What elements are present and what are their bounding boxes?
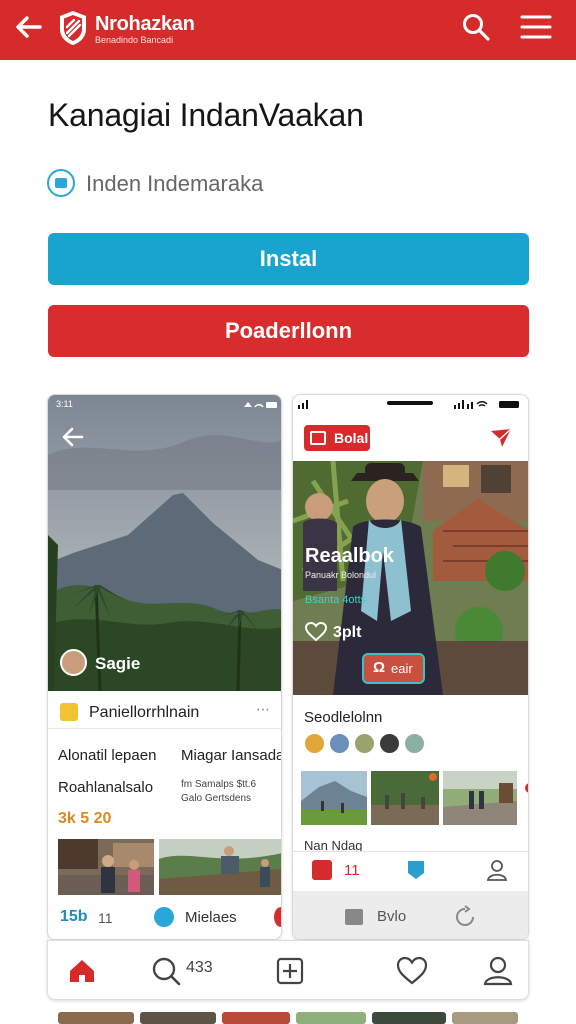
status-icons <box>454 400 519 409</box>
signal-icon <box>298 400 308 409</box>
gallery-thumbnail-2[interactable] <box>371 771 439 825</box>
notification-dot <box>274 907 281 927</box>
street-photo-thumbnail[interactable] <box>58 839 154 895</box>
secondary-button[interactable]: Poaderllonn <box>48 305 529 357</box>
column-one-heading: Alonatil lepaen <box>58 747 157 764</box>
status-icons <box>244 402 277 408</box>
app-title: Kanagiai IndanVaakan <box>48 97 364 133</box>
heart-icon[interactable] <box>305 622 327 642</box>
refresh-icon[interactable] <box>453 905 477 929</box>
thumbnail[interactable] <box>58 1012 134 1024</box>
column-two-detail-b: Galo Gertsdens <box>181 793 252 804</box>
map-pin-icon[interactable] <box>406 859 426 881</box>
screenshot-left[interactable]: 3:11 Sagie Paniellorrhlnain ⋯ Alonatil l… <box>47 394 282 940</box>
status-time: 3:11 <box>56 399 73 409</box>
bottom-navigation: 433 <box>47 940 529 1000</box>
install-button[interactable]: Instal <box>48 233 529 285</box>
messages-icon[interactable] <box>154 907 174 927</box>
avatar <box>328 732 351 755</box>
footer-count: 15b <box>60 908 88 925</box>
footer-count-secondary: 11 <box>98 910 113 926</box>
avatar-group[interactable] <box>303 732 433 756</box>
gallery-thumbnail-3[interactable] <box>443 771 517 825</box>
card-title: Paniellorrhlnain <box>89 704 200 721</box>
home-icon[interactable] <box>312 860 332 880</box>
brand-subtitle: Benadindo Bancadi <box>95 35 174 45</box>
cta-icon: Ω <box>373 659 386 676</box>
add-icon[interactable] <box>270 951 310 991</box>
overlay-title: Reaalbok <box>305 545 394 567</box>
column-two-detail-a: fm Samalps $tt.6 <box>181 779 257 790</box>
avatar <box>353 732 376 755</box>
thumbnail[interactable] <box>140 1012 216 1024</box>
heart-icon[interactable] <box>392 951 432 991</box>
tab-label[interactable]: Bvlo <box>377 908 406 925</box>
home-icon[interactable] <box>62 951 102 991</box>
developer-icon <box>47 169 75 197</box>
more-icon[interactable]: ⋯ <box>256 701 270 718</box>
developer-name[interactable]: Inden Indemaraka <box>86 171 263 197</box>
search-count: 433 <box>186 959 213 976</box>
app-header: Nrohazkan Benadindo Bancadi <box>0 0 576 60</box>
arrow-left-icon[interactable] <box>12 10 46 44</box>
section-title: Seodlelolnn <box>304 709 383 726</box>
avatar[interactable] <box>60 649 87 676</box>
arrow-left-icon[interactable] <box>60 425 86 449</box>
brand-name: Nrohazkan <box>95 13 195 35</box>
thumbnail[interactable] <box>452 1012 518 1024</box>
chart-icon[interactable] <box>345 909 363 925</box>
search-icon[interactable] <box>146 951 186 991</box>
profile-icon[interactable] <box>478 951 518 991</box>
nav-count: 11 <box>344 862 360 879</box>
avatar <box>403 732 426 755</box>
cta-label: eair <box>391 661 413 676</box>
overlay-subtitle: Panuakr Bolondul <box>305 570 377 580</box>
messages-label[interactable]: Mielaes <box>185 909 237 926</box>
gallery-thumbnail-1[interactable] <box>301 771 367 825</box>
notification-dot <box>525 783 528 793</box>
overlay-subtitle-secondary: Bsanta 4otts <box>305 594 367 606</box>
avatar <box>378 732 401 755</box>
likes-count: 3plt <box>333 624 362 641</box>
hamburger-menu-icon[interactable] <box>519 12 553 42</box>
book-icon <box>310 431 326 445</box>
screenshot-right[interactable]: Bolal Reaalbok Panuakr Bolondul Bsanta 4… <box>292 394 529 940</box>
search-icon[interactable] <box>461 12 491 42</box>
secondary-tab-bar <box>293 891 528 939</box>
thumbnail[interactable] <box>222 1012 290 1024</box>
card-icon <box>60 703 78 721</box>
avatar <box>303 732 326 755</box>
thumbnail[interactable] <box>296 1012 366 1024</box>
send-icon[interactable] <box>489 427 513 449</box>
column-one-value: Roahlanalsalo <box>58 779 154 796</box>
more-thumbnails-row <box>58 1012 528 1024</box>
thumbnail[interactable] <box>372 1012 446 1024</box>
price: 3k 5 20 <box>58 810 112 827</box>
terrace-photo-thumbnail[interactable] <box>159 839 282 895</box>
brand-logo-icon <box>60 11 86 45</box>
column-two-heading: Miagar Iansada <box>181 747 282 764</box>
tag-label: Bolal <box>334 430 369 446</box>
phone-notch <box>387 401 433 405</box>
profile-icon[interactable] <box>486 859 508 881</box>
profile-name: Sagie <box>95 654 141 673</box>
